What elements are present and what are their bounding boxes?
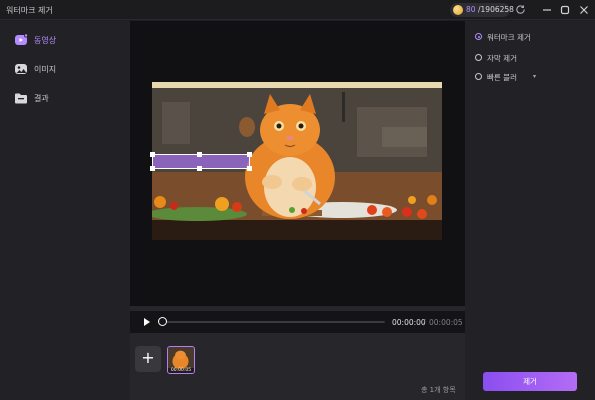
maximize-icon[interactable]: [558, 3, 572, 17]
video-icon: [15, 33, 28, 45]
timeline-track[interactable]: [160, 321, 385, 323]
image-icon: [15, 64, 27, 74]
option-label: 워터마크 제거: [487, 33, 531, 42]
option-label: 빠른 블러: [487, 73, 517, 82]
app-title: 워터마크 제거: [6, 6, 53, 15]
option-label: 자막 제거: [487, 54, 517, 63]
time-separator: /: [423, 318, 426, 327]
watermark-selection-box[interactable]: [150, 152, 252, 171]
resize-handle[interactable]: [150, 166, 155, 171]
sidebar-item-video[interactable]: 동영상: [8, 29, 126, 51]
folder-icon: [15, 93, 27, 104]
editor-area: 00:00:00 / 00:00:05 + 00:00:05 총 1개 항목: [130, 21, 465, 400]
total-time: 00:00:05: [429, 318, 463, 327]
option-remove-subtitle[interactable]: 자막 제거: [475, 51, 585, 65]
timeline-scrubber[interactable]: [158, 317, 167, 326]
sidebar-item-results[interactable]: 결과: [8, 87, 126, 109]
playback-controls: 00:00:00 / 00:00:05: [130, 311, 465, 333]
remove-button[interactable]: 제거: [483, 372, 577, 391]
thumbnail-duration: 00:00:05: [168, 368, 194, 373]
minimize-icon[interactable]: [540, 3, 554, 17]
sidebar-item-label: 결과: [34, 94, 49, 103]
refresh-icon[interactable]: [515, 4, 526, 15]
coin-icon: [453, 5, 463, 15]
resize-handle[interactable]: [150, 152, 155, 157]
option-quick-blur[interactable]: 빠른 블러 ▾: [475, 70, 585, 84]
resize-handle[interactable]: [247, 152, 252, 157]
video-thumbnail[interactable]: 00:00:05: [167, 346, 195, 374]
option-remove-watermark[interactable]: 워터마크 제거: [475, 30, 585, 44]
item-count: 총 1개 항목: [421, 386, 456, 394]
chevron-down-icon[interactable]: ▾: [533, 73, 536, 80]
resize-handle[interactable]: [197, 152, 202, 157]
radio-button[interactable]: [475, 33, 482, 40]
sidebar-item-label: 동영상: [34, 36, 57, 45]
sidebar: 동영상 이미지 결과: [0, 21, 130, 400]
close-icon[interactable]: [577, 3, 591, 17]
resize-handle[interactable]: [197, 166, 202, 171]
play-icon[interactable]: [143, 317, 151, 327]
credits-badge[interactable]: 80 /1906258: [450, 3, 514, 17]
radio-button[interactable]: [475, 73, 482, 80]
credits-total: /1906258: [478, 5, 514, 14]
add-file-button[interactable]: +: [135, 346, 161, 372]
video-preview[interactable]: [130, 21, 465, 306]
title-bar: 워터마크 제거 80 /1906258: [0, 0, 595, 20]
credits-used: 80: [466, 5, 476, 14]
sidebar-item-label: 이미지: [34, 65, 57, 74]
options-panel: 워터마크 제거 자막 제거 빠른 블러 ▾ 제거: [465, 21, 595, 400]
current-time: 00:00:00: [392, 318, 426, 327]
radio-button[interactable]: [475, 54, 482, 61]
sidebar-item-image[interactable]: 이미지: [8, 58, 126, 80]
resize-handle[interactable]: [247, 166, 252, 171]
